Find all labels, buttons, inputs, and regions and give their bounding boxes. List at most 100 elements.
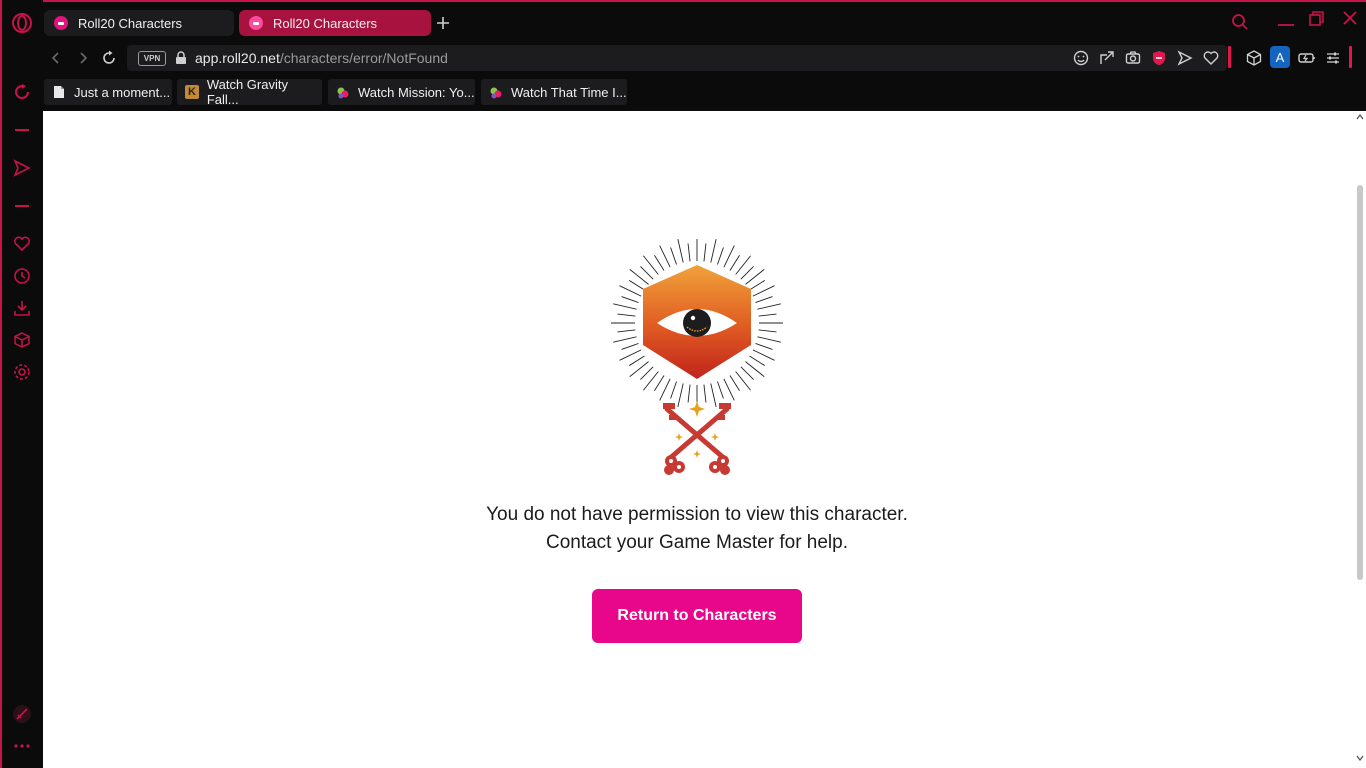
flow-button[interactable] bbox=[1175, 48, 1195, 68]
page-icon bbox=[52, 85, 66, 99]
bookmark-gravity-falls[interactable]: K Watch Gravity Fall... bbox=[177, 77, 322, 107]
sunburst-ray bbox=[619, 285, 642, 297]
scroll-up-icon[interactable] bbox=[1356, 114, 1364, 120]
sunburst-ray bbox=[729, 375, 740, 391]
sunburst-ray bbox=[752, 285, 775, 297]
sidebar-item-send[interactable] bbox=[10, 156, 34, 180]
sunburst-ray bbox=[654, 255, 665, 271]
sunburst-ray bbox=[621, 296, 639, 303]
close-window-button[interactable] bbox=[1340, 8, 1360, 28]
address-bar[interactable]: VPN app.roll20.net/characters/error/NotF… bbox=[127, 45, 1227, 71]
grape-icon bbox=[489, 85, 503, 99]
profile-avatar[interactable]: A bbox=[1270, 46, 1290, 68]
sunburst-ray bbox=[755, 296, 773, 303]
sunburst-ray bbox=[703, 384, 707, 403]
roll20-favicon-icon bbox=[54, 16, 68, 30]
share-button[interactable] bbox=[1097, 48, 1117, 68]
sidebar bbox=[0, 0, 43, 768]
plus-icon bbox=[437, 17, 449, 29]
page-content: You do not have permission to view this … bbox=[43, 111, 1366, 768]
lock-icon bbox=[176, 51, 186, 64]
bookmark-mission-yozakura[interactable]: Watch Mission: Yo... bbox=[328, 79, 475, 105]
tab-roll20-characters-1[interactable]: Roll20 Characters bbox=[44, 10, 234, 36]
minimize-button[interactable] bbox=[1276, 12, 1296, 32]
scrollbar-thumb[interactable] bbox=[1357, 185, 1363, 580]
sunburst-ray bbox=[758, 329, 777, 333]
forward-button[interactable] bbox=[73, 48, 93, 68]
opera-menu-button[interactable] bbox=[10, 11, 34, 35]
shield-icon bbox=[1152, 51, 1166, 65]
tabstrip-accent-edge bbox=[43, 0, 1366, 2]
send-icon bbox=[1177, 50, 1193, 66]
roll20-favicon-icon bbox=[249, 16, 263, 30]
k-logo-icon: K bbox=[185, 85, 199, 99]
easy-setup-button[interactable] bbox=[1323, 48, 1343, 68]
grape-icon bbox=[336, 85, 350, 99]
bookmark-just-a-moment[interactable]: Just a moment... bbox=[44, 79, 172, 105]
sidebar-item-easy-setup[interactable] bbox=[10, 702, 34, 726]
sunburst-ray bbox=[629, 355, 645, 366]
tab-search-button[interactable] bbox=[1230, 12, 1250, 32]
sunburst-ray bbox=[703, 243, 707, 262]
smiley-icon bbox=[1073, 50, 1089, 66]
sunburst-ray bbox=[740, 366, 754, 380]
eye-and-keys-illustration bbox=[611, 239, 783, 475]
bookmark-label: Watch That Time I... bbox=[511, 84, 627, 100]
sunburst-ray bbox=[723, 245, 735, 268]
sidebar-item-bookmarks[interactable] bbox=[10, 232, 34, 256]
opera-logo-icon bbox=[12, 13, 32, 33]
page-scrollbar[interactable] bbox=[1354, 111, 1366, 768]
reload-button[interactable] bbox=[99, 48, 119, 68]
sidebar-item-extensions[interactable] bbox=[10, 328, 34, 352]
sidebar-item-history[interactable] bbox=[10, 264, 34, 288]
bookmark-page-button[interactable] bbox=[1201, 48, 1221, 68]
sunburst-ray bbox=[757, 303, 781, 310]
tab-roll20-characters-2[interactable]: Roll20 Characters bbox=[239, 10, 431, 36]
sunburst-ray bbox=[717, 247, 724, 265]
camera-icon bbox=[1125, 51, 1141, 64]
address-bar-row: VPN app.roll20.net/characters/error/NotF… bbox=[43, 42, 1366, 74]
sunburst-ray bbox=[659, 245, 671, 268]
extensions-button[interactable] bbox=[1244, 48, 1264, 68]
minimize-icon bbox=[1278, 24, 1294, 26]
sunburst-ray bbox=[670, 381, 677, 399]
bookmark-that-time-i[interactable]: Watch That Time I... bbox=[481, 79, 627, 105]
url-text[interactable]: app.roll20.net/characters/error/NotFound bbox=[195, 50, 448, 66]
sidebar-aria-button[interactable] bbox=[10, 80, 34, 104]
send-icon bbox=[13, 159, 31, 177]
restore-button[interactable] bbox=[1307, 9, 1327, 29]
sidebar-item-settings[interactable] bbox=[10, 360, 34, 384]
sunburst-ray bbox=[723, 378, 735, 401]
back-button[interactable] bbox=[46, 48, 66, 68]
vpn-badge[interactable]: VPN bbox=[138, 51, 166, 66]
url-domain: app.roll20.net bbox=[195, 50, 280, 66]
sunburst-ray bbox=[629, 280, 645, 291]
sunburst-ray bbox=[740, 266, 754, 280]
sunburst-ray bbox=[617, 329, 636, 333]
site-info-button[interactable] bbox=[171, 48, 191, 68]
emoji-button[interactable] bbox=[1071, 48, 1091, 68]
toolbar-accent-divider bbox=[1349, 46, 1352, 68]
sunburst-ray bbox=[687, 243, 691, 262]
sunburst-ray bbox=[755, 343, 773, 350]
battery-saver-button[interactable] bbox=[1297, 48, 1317, 68]
sunburst-ray bbox=[621, 343, 639, 350]
snapshot-button[interactable] bbox=[1123, 48, 1143, 68]
sidebar-more-button[interactable] bbox=[10, 732, 34, 756]
reload-icon bbox=[103, 50, 115, 64]
return-to-characters-button[interactable]: Return to Characters bbox=[592, 589, 802, 643]
restore-icon bbox=[1309, 11, 1324, 26]
refresh-circle-icon bbox=[15, 84, 29, 99]
cube-icon bbox=[1246, 50, 1262, 66]
sidebar-item-downloads[interactable] bbox=[10, 296, 34, 320]
download-icon bbox=[14, 301, 30, 316]
sunburst-ray bbox=[729, 255, 740, 271]
ad-blocker-button[interactable] bbox=[1149, 48, 1169, 68]
sunburst-ray bbox=[677, 383, 684, 407]
new-tab-button[interactable] bbox=[433, 13, 453, 33]
help-message: Contact your Game Master for help. bbox=[545, 532, 848, 553]
chevron-left-icon bbox=[51, 52, 59, 64]
cube-icon bbox=[14, 332, 30, 348]
scroll-down-icon[interactable] bbox=[1356, 755, 1364, 761]
sunburst-ray bbox=[654, 375, 665, 391]
